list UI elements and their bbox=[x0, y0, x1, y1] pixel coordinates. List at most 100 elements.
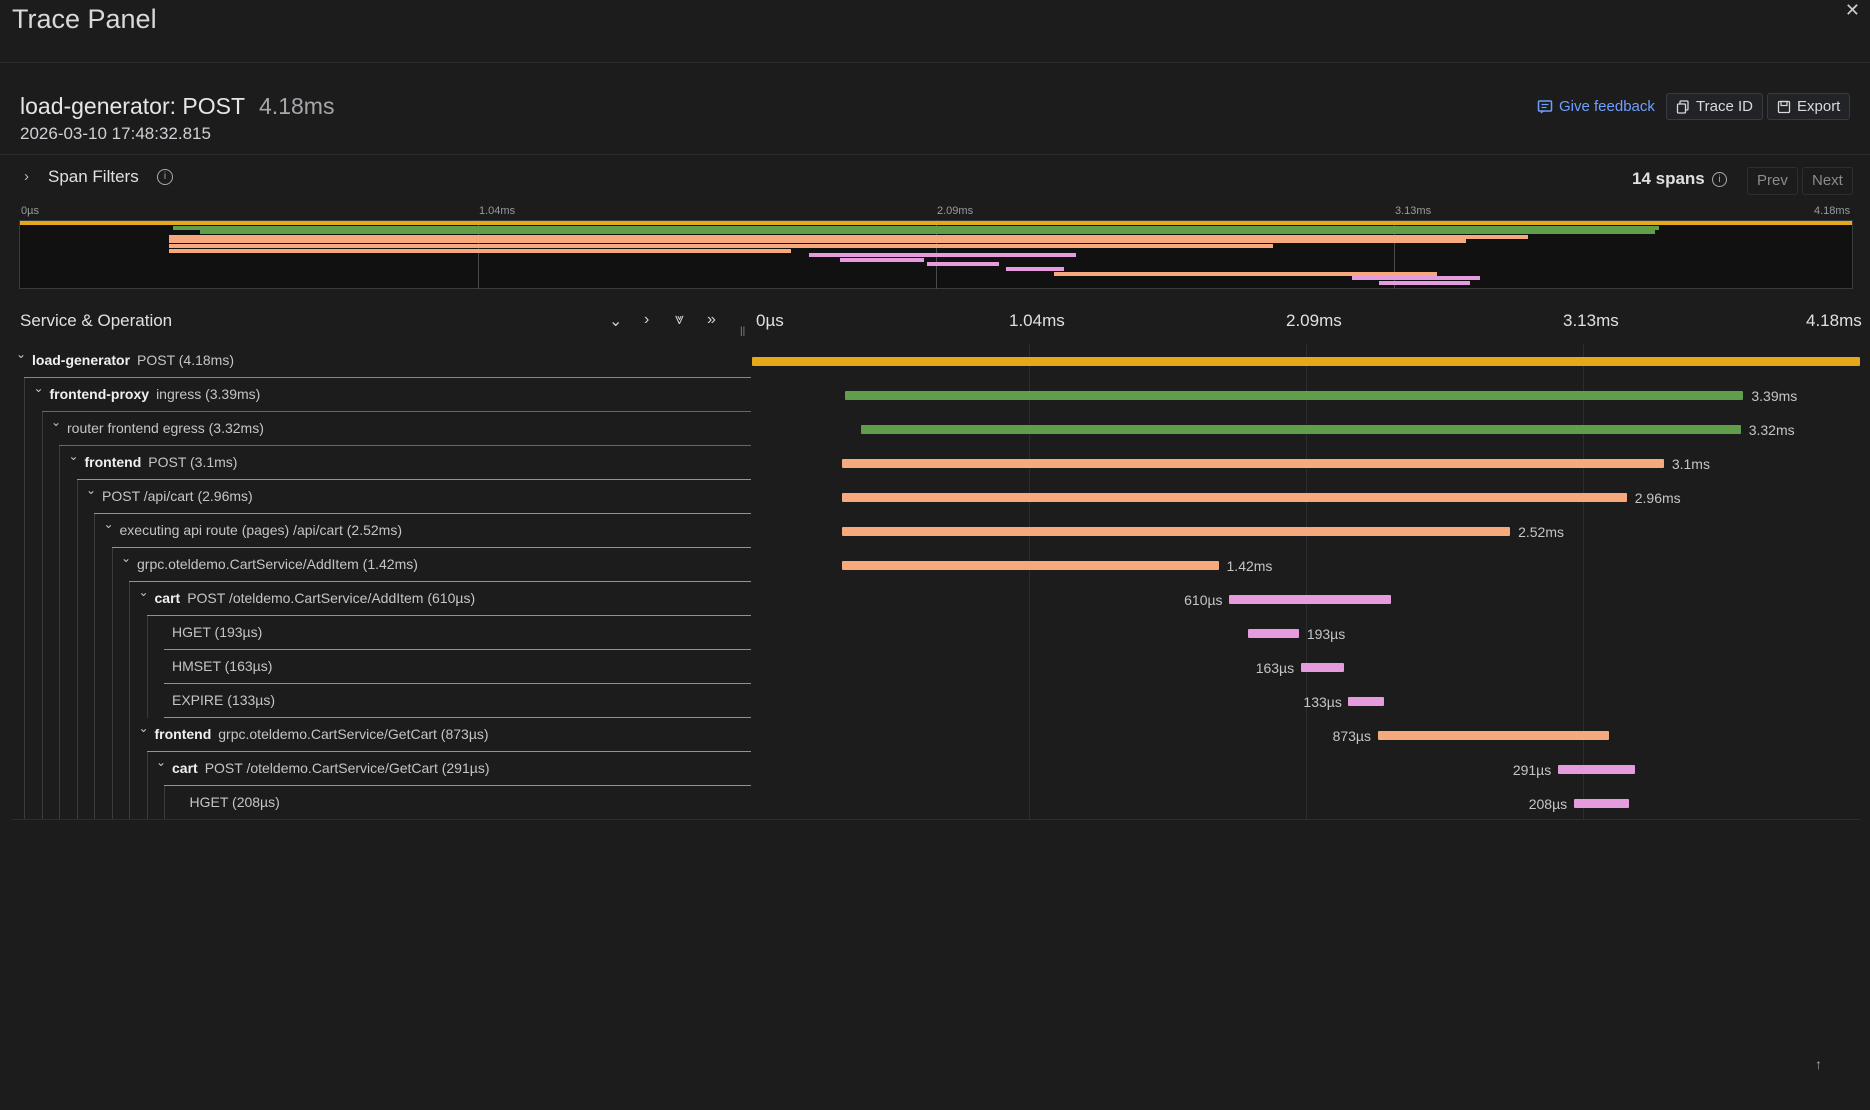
tree-guide-line bbox=[41, 514, 43, 548]
info-icon[interactable]: i bbox=[157, 169, 173, 185]
collapse-one-icon[interactable]: ⌄ bbox=[609, 311, 622, 331]
span-filters-row bbox=[0, 154, 1870, 205]
span-duration-label: 3.32ms bbox=[1748, 422, 1795, 438]
trace-title: load-generator: POST 4.18ms bbox=[20, 93, 334, 120]
minimap-span-bar bbox=[1378, 280, 1470, 285]
span-duration-label: 1.42ms bbox=[1226, 558, 1273, 574]
span-duration-label: 610µs bbox=[1184, 592, 1223, 608]
minimap-tick-label: 2.09ms bbox=[937, 205, 974, 217]
span-label: frontend-proxy ingress (3.39ms) bbox=[50, 386, 261, 402]
chevron-down-icon[interactable]: ⌄ bbox=[139, 721, 149, 735]
timeline-gridline bbox=[1029, 344, 1030, 820]
span-label: frontend grpc.oteldemo.CartService/GetCar… bbox=[155, 726, 489, 742]
span-row[interactable]: ⌄ cart POST /oteldemo.CartService/GetCart … bbox=[12, 752, 751, 786]
tree-guide-line bbox=[59, 514, 60, 548]
span-row[interactable]: ⌄ grpc.oteldemo.CartService/AddItem (1.42… bbox=[12, 548, 751, 582]
minimap-span-bar bbox=[20, 221, 1852, 225]
tree-guide-line bbox=[24, 480, 25, 514]
span-bar[interactable] bbox=[860, 425, 1741, 434]
span-row[interactable]: ⌄ cart POST /oteldemo.CartService/AddItem … bbox=[12, 582, 751, 616]
span-operation: HGET (193µs) bbox=[172, 624, 263, 640]
trace-duration: 4.18ms bbox=[259, 93, 335, 119]
tree-guide-line bbox=[164, 786, 165, 820]
chevron-down-icon[interactable]: ⌄ bbox=[34, 381, 44, 395]
chevron-right-icon[interactable]: › bbox=[24, 168, 29, 185]
give-feedback-button[interactable]: Give feedback bbox=[1528, 93, 1664, 120]
span-row[interactable]: EXPIRE (133µs) bbox=[12, 684, 751, 718]
span-row[interactable]: ⌄ frontend POST (3.1ms) bbox=[12, 446, 751, 480]
span-bar[interactable] bbox=[1348, 697, 1384, 706]
chevron-down-icon[interactable]: ⌄ bbox=[51, 415, 61, 429]
tree-guide-line bbox=[111, 582, 113, 616]
tree-guide-line bbox=[59, 480, 60, 514]
expand-all-icon[interactable]: » bbox=[707, 311, 716, 329]
span-bar[interactable] bbox=[842, 561, 1219, 570]
tree-guide-line bbox=[94, 684, 95, 718]
tree-guide-line bbox=[59, 718, 60, 752]
span-row[interactable]: HGET (208µs) bbox=[12, 786, 751, 820]
info-icon[interactable]: i bbox=[1712, 172, 1727, 187]
span-bar[interactable] bbox=[1573, 799, 1629, 808]
span-row[interactable]: ⌄ frontend-proxy ingress (3.39ms) bbox=[12, 378, 751, 412]
span-operation: ingress (3.39ms) bbox=[156, 386, 261, 402]
span-label: HGET (208µs) bbox=[190, 794, 280, 810]
tree-guide-line bbox=[76, 480, 78, 514]
span-service-name: load-generator bbox=[32, 352, 131, 368]
chevron-down-icon[interactable]: ⌄ bbox=[104, 517, 114, 531]
column-resize-handle[interactable]: || bbox=[740, 326, 745, 337]
tree-guide-line bbox=[94, 582, 95, 616]
chevron-down-icon[interactable]: ⌄ bbox=[139, 585, 149, 599]
trace-id-button[interactable]: Trace ID bbox=[1666, 93, 1763, 120]
tree-guide-line bbox=[76, 752, 78, 786]
minimap-span-bar bbox=[169, 248, 792, 253]
span-bar[interactable] bbox=[1247, 629, 1299, 638]
span-row[interactable]: ⌄ executing api route (pages) /api/cart (… bbox=[12, 514, 751, 548]
span-row[interactable]: ⌄ frontend grpc.oteldemo.CartService/GetCa… bbox=[12, 718, 751, 752]
span-duration-label: 2.96ms bbox=[1634, 490, 1681, 506]
span-row[interactable]: HGET (193µs) bbox=[12, 616, 751, 650]
span-bar[interactable] bbox=[1229, 595, 1391, 604]
span-row[interactable]: ⌄ router frontend egress (3.32ms) bbox=[12, 412, 751, 446]
tree-guide-line bbox=[111, 684, 113, 718]
span-bar[interactable] bbox=[1377, 731, 1609, 740]
next-button[interactable]: Next bbox=[1802, 167, 1853, 195]
arrow-up-icon[interactable]: ↑ bbox=[1815, 1056, 1822, 1072]
chevron-down-icon[interactable]: ⌄ bbox=[69, 449, 79, 463]
span-bar[interactable] bbox=[842, 493, 1627, 502]
span-duration-label: 3.39ms bbox=[1751, 388, 1798, 404]
tree-guide-line bbox=[146, 786, 148, 820]
chevron-down-icon[interactable]: ⌄ bbox=[121, 551, 131, 565]
tree-guide-line bbox=[24, 718, 25, 752]
close-icon[interactable]: ✕ bbox=[1845, 0, 1860, 21]
span-label: cart POST /oteldemo.CartService/GetCart (… bbox=[172, 760, 490, 776]
span-filters-toggle[interactable]: Span Filters bbox=[48, 167, 139, 187]
comment-icon bbox=[1537, 99, 1553, 114]
chevron-down-icon[interactable]: ⌄ bbox=[16, 347, 26, 361]
export-button[interactable]: Export bbox=[1767, 93, 1851, 120]
span-bar[interactable] bbox=[842, 527, 1511, 536]
span-row[interactable]: ⌄ POST /api/cart (2.96ms) bbox=[12, 480, 751, 514]
span-bar[interactable] bbox=[752, 357, 1860, 366]
collapse-all-icon[interactable]: ⩔ bbox=[675, 311, 684, 329]
span-bar[interactable] bbox=[844, 391, 1744, 400]
span-bar[interactable] bbox=[1557, 765, 1635, 774]
span-bar[interactable] bbox=[842, 459, 1664, 468]
expand-one-icon[interactable]: › bbox=[644, 311, 649, 329]
tree-guide-line bbox=[146, 650, 148, 684]
minimap-span-bar bbox=[927, 262, 999, 267]
span-duration-label: 133µs bbox=[1303, 694, 1342, 710]
span-row[interactable]: ⌄ load-generator POST (4.18ms) bbox=[12, 344, 751, 378]
save-icon bbox=[1777, 100, 1791, 113]
minimap-tick-label: 4.18ms bbox=[1814, 205, 1851, 217]
tree-guide-line bbox=[24, 582, 25, 616]
span-row[interactable]: HMSET (163µs) bbox=[12, 650, 751, 684]
panel-header bbox=[0, 0, 1870, 63]
span-duration-label: 291µs bbox=[1512, 762, 1552, 778]
prev-button[interactable]: Prev bbox=[1747, 167, 1798, 195]
span-bar[interactable] bbox=[1300, 663, 1344, 672]
span-label: EXPIRE (133µs) bbox=[172, 692, 275, 708]
chevron-down-icon[interactable]: ⌄ bbox=[156, 755, 166, 769]
span-label: grpc.oteldemo.CartService/AddItem (1.42m… bbox=[137, 556, 418, 572]
minimap-span-bar bbox=[169, 234, 1528, 239]
chevron-down-icon[interactable]: ⌄ bbox=[86, 483, 96, 497]
